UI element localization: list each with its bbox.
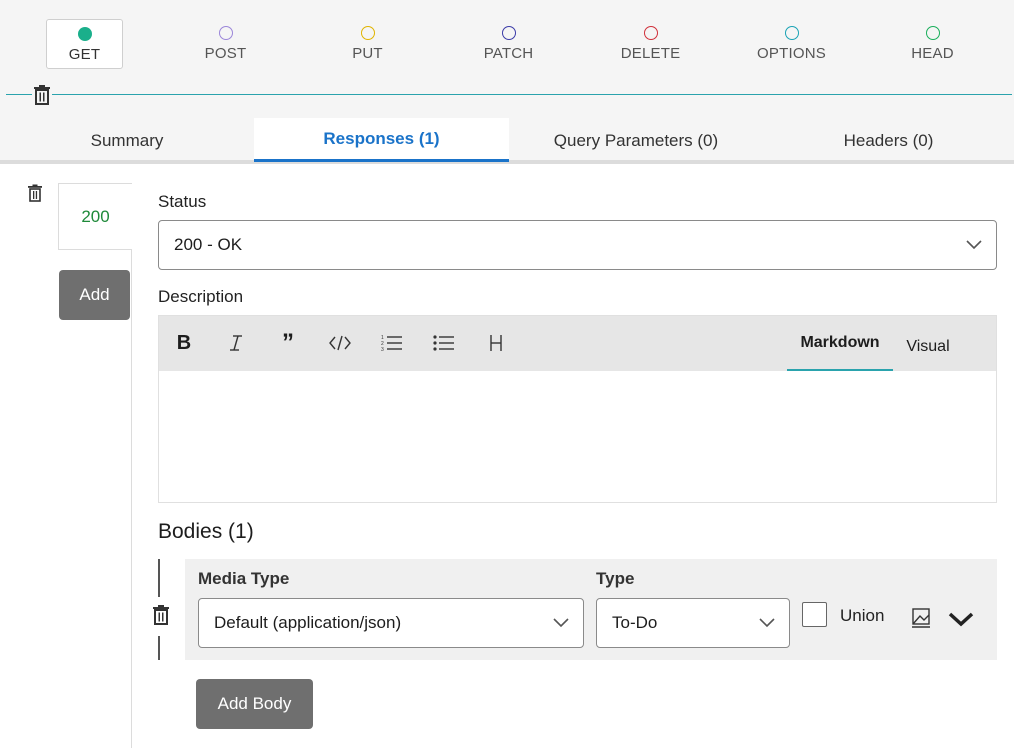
editor-toolbar: B ” 1 2 3 Markdown Visual: [159, 316, 996, 371]
trash-icon: [28, 184, 42, 202]
body-connector-line: [158, 559, 160, 597]
method-patch-label: PATCH: [483, 45, 534, 62]
chevron-down-icon: [948, 612, 974, 627]
quote-button[interactable]: ”: [273, 329, 303, 357]
description-textarea[interactable]: [159, 371, 996, 502]
media-type-select[interactable]: Default (application/json): [198, 598, 584, 648]
body-connector-line: [158, 636, 160, 660]
tab-responses[interactable]: Responses (1): [254, 118, 509, 162]
method-get[interactable]: GET: [46, 19, 123, 69]
method-head-label: HEAD: [911, 45, 954, 62]
responses-panel: 200 Add Status 200 - OK Description B ” …: [0, 164, 1014, 748]
response-editor: GET POST PUT PATCH DELETE OPTIONS HEAD S…: [0, 0, 1014, 748]
heading-icon: [490, 335, 502, 351]
type-select[interactable]: To-Do: [596, 598, 790, 648]
tab-query-parameters[interactable]: Query Parameters (0): [509, 118, 763, 164]
bullet-list-button[interactable]: [429, 329, 459, 357]
method-patch-dot: [501, 26, 516, 40]
example-image-icon: [912, 608, 930, 628]
quote-icon: ”: [282, 329, 294, 356]
method-put-dot: [360, 26, 375, 40]
heading-button[interactable]: [481, 329, 511, 357]
bold-icon: B: [176, 331, 192, 354]
status-select-value: 200 - OK: [174, 235, 243, 254]
ordered-list-button[interactable]: 1 2 3: [377, 329, 407, 357]
add-response-button[interactable]: Add: [59, 270, 130, 320]
bodies-heading: Bodies (1): [158, 520, 254, 543]
method-post-dot: [218, 26, 233, 40]
tab-headers[interactable]: Headers (0): [763, 118, 1014, 164]
method-delete[interactable]: DELETE: [612, 19, 689, 69]
method-patch[interactable]: PATCH: [470, 19, 547, 69]
union-label: Union: [840, 606, 885, 625]
method-post-label: POST: [204, 45, 247, 62]
ordered-list-icon: 1 2 3: [381, 335, 402, 352]
method-get-label: GET: [68, 46, 101, 63]
delete-response-button[interactable]: [27, 184, 43, 207]
tab-summary[interactable]: Summary: [0, 118, 254, 164]
response-item-200[interactable]: 200: [58, 183, 132, 250]
method-put-label: PUT: [352, 45, 383, 62]
method-options-label: OPTIONS: [757, 45, 826, 62]
description-label: Description: [158, 287, 244, 306]
code-icon: [329, 335, 351, 351]
bullet-list-icon: [433, 335, 454, 351]
method-head-dot: [925, 26, 940, 40]
delete-operation-button[interactable]: [32, 84, 52, 106]
trash-icon: [34, 85, 50, 105]
method-post[interactable]: POST: [187, 19, 264, 69]
status-label: Status: [158, 192, 207, 211]
method-bar: GET POST PUT PATCH DELETE OPTIONS HEAD: [0, 0, 1014, 94]
method-divider: [6, 94, 1012, 95]
examples-button[interactable]: [911, 607, 931, 634]
svg-text:3: 3: [381, 347, 384, 352]
type-label: Type: [596, 569, 635, 588]
response-list-divider: [131, 184, 132, 748]
method-options[interactable]: OPTIONS: [753, 19, 830, 69]
delete-body-button[interactable]: [151, 604, 171, 631]
method-delete-dot: [643, 26, 658, 40]
method-put[interactable]: PUT: [329, 19, 406, 69]
union-checkbox[interactable]: [802, 602, 827, 627]
chevron-down-icon: [553, 618, 569, 628]
description-editor: B ” 1 2 3 Markdown Visual: [158, 315, 997, 503]
markdown-mode-tab[interactable]: Markdown: [787, 316, 893, 371]
code-button[interactable]: [325, 329, 355, 357]
method-head[interactable]: HEAD: [894, 19, 971, 69]
trash-icon: [153, 605, 169, 625]
media-type-label: Media Type: [198, 569, 290, 588]
operation-tabs: Summary Responses (1) Query Parameters (…: [0, 118, 1014, 164]
method-options-dot: [784, 26, 799, 40]
italic-button[interactable]: [221, 329, 251, 357]
type-value: To-Do: [612, 613, 658, 632]
visual-mode-tab[interactable]: Visual: [893, 316, 963, 371]
add-body-button[interactable]: Add Body: [196, 679, 313, 729]
media-type-value: Default (application/json): [214, 613, 402, 632]
chevron-down-icon: [966, 240, 982, 250]
status-select[interactable]: 200 - OK: [158, 220, 997, 270]
expand-body-button[interactable]: [948, 611, 974, 632]
italic-icon: [230, 335, 242, 351]
method-get-dot: [77, 27, 92, 41]
body-item: Media Type Default (application/json) Ty…: [185, 559, 997, 660]
method-delete-label: DELETE: [620, 45, 681, 62]
bold-button[interactable]: B: [169, 329, 199, 357]
chevron-down-icon: [759, 618, 775, 628]
